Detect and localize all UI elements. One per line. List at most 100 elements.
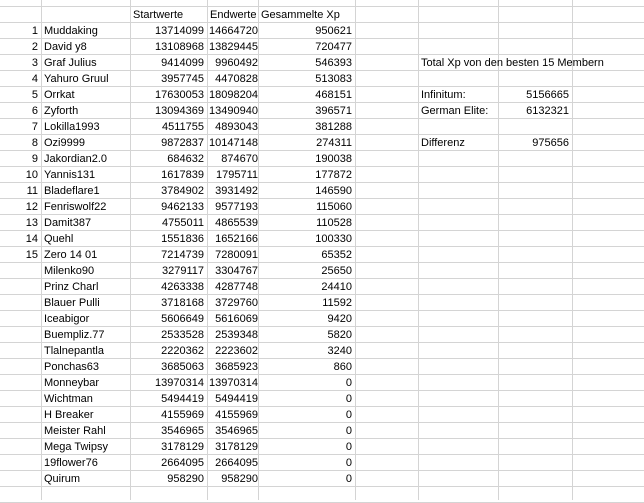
end-value-cell[interactable]: 3546965 [207,423,261,439]
xp-value-cell[interactable]: 274311 [258,135,355,151]
xp-value-cell[interactable]: 0 [258,439,355,455]
xp-value-cell[interactable]: 860 [258,359,355,375]
player-name-cell[interactable]: Ozi9999 [41,135,130,151]
rank-cell[interactable]: 15 [0,247,41,263]
rank-cell[interactable] [0,407,41,423]
xp-value-cell[interactable]: 468151 [258,87,355,103]
start-value-cell[interactable]: 1617839 [130,167,207,183]
xp-value-cell[interactable]: 546393 [258,55,355,71]
rank-cell[interactable]: 6 [0,103,41,119]
xp-value-cell[interactable]: 110528 [258,215,355,231]
xp-value-cell[interactable]: 146590 [258,183,355,199]
player-name-cell[interactable]: Meister Rahl [41,423,130,439]
end-value-cell[interactable]: 5494419 [207,391,261,407]
player-name-cell[interactable]: Blauer Pulli [41,295,130,311]
start-value-cell[interactable]: 13108968 [130,39,207,55]
start-value-cell[interactable]: 3718168 [130,295,207,311]
xp-value-cell[interactable]: 0 [258,471,355,487]
rank-cell[interactable] [0,375,41,391]
end-value-cell[interactable]: 4470828 [207,71,261,87]
start-value-cell[interactable]: 4755011 [130,215,207,231]
end-value-cell[interactable]: 10147148 [207,135,261,151]
rank-cell[interactable]: 9 [0,151,41,167]
start-value-cell[interactable]: 9414099 [130,55,207,71]
rank-cell[interactable] [0,439,41,455]
start-value-cell[interactable]: 7214739 [130,247,207,263]
header-startwerte[interactable]: Startwerte [130,7,207,23]
player-name-cell[interactable]: Ponchas63 [41,359,130,375]
rank-cell[interactable] [0,471,41,487]
rank-cell[interactable] [0,391,41,407]
rank-cell[interactable]: 8 [0,135,41,151]
start-value-cell[interactable]: 4155969 [130,407,207,423]
player-name-cell[interactable]: Tlalnepantla [41,343,130,359]
xp-value-cell[interactable]: 0 [258,455,355,471]
end-value-cell[interactable]: 18098204 [207,87,261,103]
rank-cell[interactable] [0,423,41,439]
end-value-cell[interactable]: 2223602 [207,343,261,359]
start-value-cell[interactable]: 9462133 [130,199,207,215]
xp-value-cell[interactable]: 0 [258,375,355,391]
xp-value-cell[interactable]: 720477 [258,39,355,55]
rank-cell[interactable] [0,263,41,279]
rank-cell[interactable]: 2 [0,39,41,55]
xp-value-cell[interactable]: 177872 [258,167,355,183]
xp-value-cell[interactable]: 190038 [258,151,355,167]
xp-value-cell[interactable]: 115060 [258,199,355,215]
differenz-value[interactable]: 975656 [498,135,572,151]
player-name-cell[interactable]: Jakordian2.0 [41,151,130,167]
player-name-cell[interactable]: Damit387 [41,215,130,231]
end-value-cell[interactable]: 13490940 [207,103,261,119]
rank-cell[interactable] [0,359,41,375]
start-value-cell[interactable]: 3784902 [130,183,207,199]
spreadsheet-grid[interactable]: Startwerte Endwerte Gesammelte Xp Total … [0,0,644,503]
xp-value-cell[interactable]: 513083 [258,71,355,87]
rank-cell[interactable]: 4 [0,71,41,87]
rank-cell[interactable]: 5 [0,87,41,103]
rank-cell[interactable] [0,455,41,471]
xp-value-cell[interactable]: 396571 [258,103,355,119]
rank-cell[interactable]: 3 [0,55,41,71]
start-value-cell[interactable]: 4511755 [130,119,207,135]
xp-value-cell[interactable]: 100330 [258,231,355,247]
player-name-cell[interactable]: 19flower76 [41,455,130,471]
end-value-cell[interactable]: 14664720 [207,23,261,39]
start-value-cell[interactable]: 13094369 [130,103,207,119]
start-value-cell[interactable]: 5494419 [130,391,207,407]
player-name-cell[interactable]: Milenko90 [41,263,130,279]
player-name-cell[interactable]: Buempliz.77 [41,327,130,343]
rank-cell[interactable] [0,311,41,327]
end-value-cell[interactable]: 3304767 [207,263,261,279]
xp-value-cell[interactable]: 0 [258,407,355,423]
xp-value-cell[interactable]: 9420 [258,311,355,327]
xp-value-cell[interactable]: 0 [258,391,355,407]
end-value-cell[interactable]: 3178129 [207,439,261,455]
xp-value-cell[interactable]: 25650 [258,263,355,279]
end-value-cell[interactable]: 958290 [207,471,261,487]
player-name-cell[interactable]: Prinz Charl [41,279,130,295]
rank-cell[interactable]: 10 [0,167,41,183]
rank-cell[interactable]: 11 [0,183,41,199]
player-name-cell[interactable]: Zyforth [41,103,130,119]
player-name-cell[interactable]: Wichtman [41,391,130,407]
rank-cell[interactable]: 12 [0,199,41,215]
rank-cell[interactable]: 13 [0,215,41,231]
german-elite-label[interactable]: German Elite: [418,103,498,119]
end-value-cell[interactable]: 2664095 [207,455,261,471]
start-value-cell[interactable]: 958290 [130,471,207,487]
xp-value-cell[interactable]: 381288 [258,119,355,135]
infinitum-label[interactable]: Infinitum: [418,87,498,103]
rank-cell[interactable]: 14 [0,231,41,247]
start-value-cell[interactable]: 684632 [130,151,207,167]
start-value-cell[interactable]: 3178129 [130,439,207,455]
end-value-cell[interactable]: 13829445 [207,39,261,55]
header-gesammelte-xp[interactable]: Gesammelte Xp [258,7,368,23]
player-name-cell[interactable]: Zero 14 01 [41,247,130,263]
start-value-cell[interactable]: 13970314 [130,375,207,391]
german-elite-value[interactable]: 6132321 [498,103,572,119]
start-value-cell[interactable]: 3279117 [130,263,207,279]
xp-value-cell[interactable]: 11592 [258,295,355,311]
end-value-cell[interactable]: 3931492 [207,183,261,199]
player-name-cell[interactable]: H Breaker [41,407,130,423]
summary-title[interactable]: Total Xp von den besten 15 Membern [418,55,644,71]
